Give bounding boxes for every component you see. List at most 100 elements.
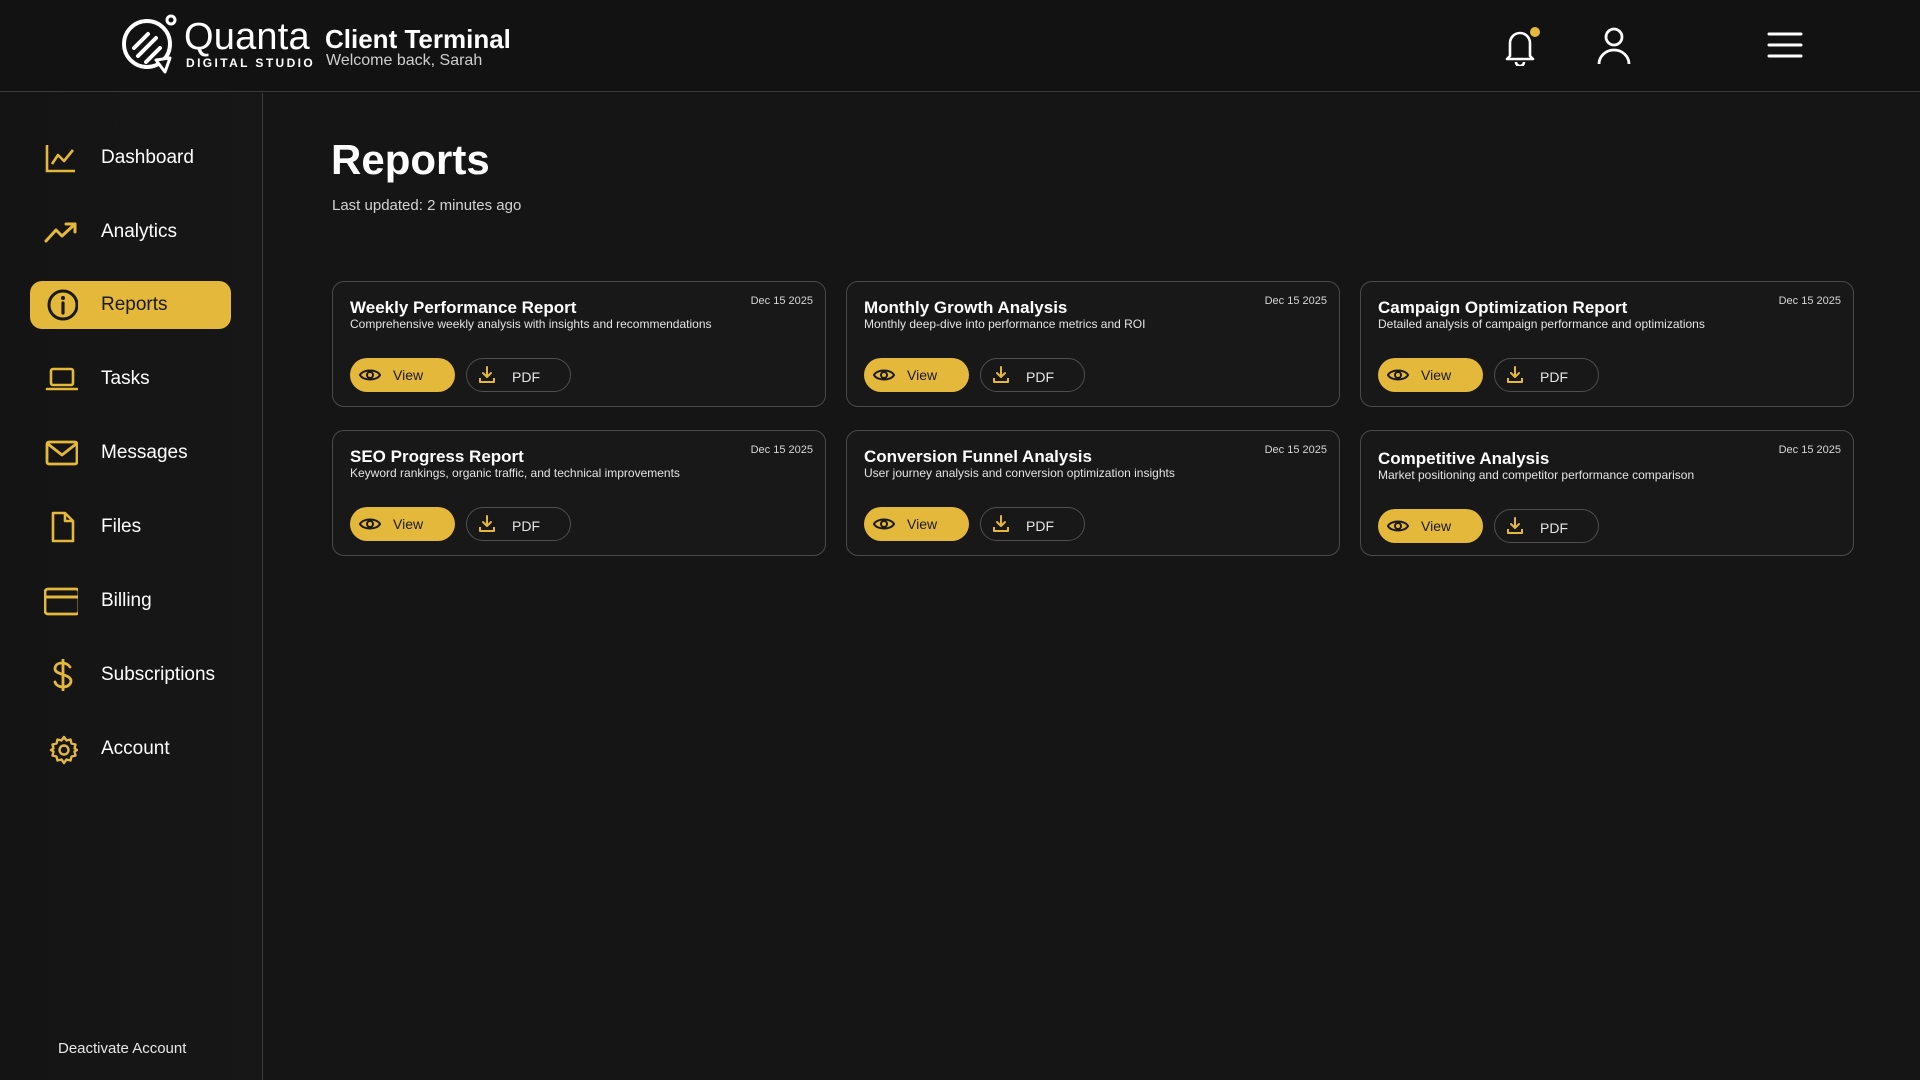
brand-name: Quanta xyxy=(184,16,310,58)
credit-card-icon xyxy=(44,587,78,616)
gear-icon xyxy=(49,735,78,765)
eye-icon xyxy=(359,518,381,530)
view-button[interactable]: View xyxy=(864,358,969,392)
report-card: Weekly Performance Report Comprehensive … xyxy=(332,281,826,407)
pdf-button-label: PDF xyxy=(1540,369,1568,385)
sidebar-item-label: Billing xyxy=(101,590,152,611)
view-button[interactable]: View xyxy=(864,507,969,541)
sidebar-item-reports[interactable]: Reports xyxy=(30,281,231,329)
dollar-icon xyxy=(53,659,73,691)
pdf-button-label: PDF xyxy=(1026,518,1054,534)
pdf-download-button[interactable]: PDF xyxy=(466,507,571,541)
sidebar-item-analytics[interactable]: Analytics xyxy=(30,208,231,256)
eye-icon xyxy=(1387,520,1409,532)
welcome-text: Welcome back, Sarah xyxy=(326,52,483,69)
sidebar-item-label: Account xyxy=(101,738,170,759)
sidebar-item-dashboard[interactable]: Dashboard xyxy=(30,134,231,182)
notification-dot xyxy=(1530,27,1540,37)
view-button[interactable]: View xyxy=(350,507,455,541)
page-title: Reports xyxy=(331,136,490,183)
view-button-label: View xyxy=(393,516,424,532)
view-button[interactable]: View xyxy=(350,358,455,392)
report-description: Market positioning and competitor perfor… xyxy=(1378,468,1695,482)
report-description: User journey analysis and conversion opt… xyxy=(864,466,1175,480)
report-card: Campaign Optimization Report Detailed an… xyxy=(1360,281,1854,407)
sidebar-item-label: Reports xyxy=(101,294,168,315)
top-header: Quanta DIGITAL STUDIO Client Terminal We… xyxy=(0,0,1920,92)
sidebar-item-label: Messages xyxy=(101,442,188,463)
pdf-button-label: PDF xyxy=(1026,369,1054,385)
report-date: Dec 15 2025 xyxy=(1264,295,1327,307)
eye-icon xyxy=(873,369,895,381)
sidebar-item-account[interactable]: Account xyxy=(30,725,231,773)
report-date: Dec 15 2025 xyxy=(1778,295,1841,307)
user-icon[interactable] xyxy=(1595,26,1633,66)
view-button-label: View xyxy=(907,516,938,532)
sidebar-item-label: Dashboard xyxy=(101,147,194,168)
quanta-logo-icon xyxy=(122,14,177,74)
report-date: Dec 15 2025 xyxy=(1264,444,1327,456)
sidebar-item-label: Files xyxy=(101,516,142,537)
download-icon xyxy=(993,515,1009,532)
report-title: Campaign Optimization Report xyxy=(1378,298,1628,317)
laptop-icon xyxy=(45,367,78,391)
sidebar-item-label: Analytics xyxy=(101,221,178,242)
view-button-label: View xyxy=(1421,367,1452,383)
brand-subtitle: DIGITAL STUDIO xyxy=(186,56,316,70)
eye-icon xyxy=(873,518,895,530)
pdf-download-button[interactable]: PDF xyxy=(980,358,1085,392)
report-description: Detailed analysis of campaign performanc… xyxy=(1378,317,1705,331)
menu-icon[interactable] xyxy=(1766,30,1804,60)
download-icon xyxy=(479,366,495,383)
view-button-label: View xyxy=(1421,518,1452,534)
report-card: Monthly Growth Analysis Monthly deep-div… xyxy=(846,281,1340,407)
trending-up-icon xyxy=(44,222,77,243)
app-title: Client Terminal xyxy=(325,24,511,54)
sidebar-item-files[interactable]: Files xyxy=(30,503,231,551)
report-description: Monthly deep-dive into performance metri… xyxy=(864,317,1146,331)
sidebar-item-subscriptions[interactable]: Subscriptions xyxy=(30,651,231,699)
pdf-download-button[interactable]: PDF xyxy=(1494,509,1599,543)
file-icon xyxy=(51,511,75,543)
chart-line-icon xyxy=(45,145,75,173)
download-icon xyxy=(1507,366,1523,383)
report-card: SEO Progress Report Keyword rankings, or… xyxy=(332,430,826,556)
mail-icon xyxy=(45,440,78,466)
view-button[interactable]: View xyxy=(1378,509,1483,543)
pdf-download-button[interactable]: PDF xyxy=(1494,358,1599,392)
sidebar-item-label: Tasks xyxy=(101,368,150,389)
download-icon xyxy=(1507,517,1523,534)
download-icon xyxy=(479,515,495,532)
sidebar-item-tasks[interactable]: Tasks xyxy=(30,355,231,403)
sidebar-item-messages[interactable]: Messages xyxy=(30,429,231,477)
report-title: Monthly Growth Analysis xyxy=(864,298,1068,317)
eye-icon xyxy=(1387,369,1409,381)
pdf-button-label: PDF xyxy=(512,518,540,534)
deactivate-account-link[interactable]: Deactivate Account xyxy=(58,1040,186,1057)
view-button[interactable]: View xyxy=(1378,358,1483,392)
eye-icon xyxy=(359,369,381,381)
report-title: Competitive Analysis xyxy=(1378,449,1550,468)
report-date: Dec 15 2025 xyxy=(750,444,813,456)
report-card: Competitive Analysis Market positioning … xyxy=(1360,430,1854,556)
view-button-label: View xyxy=(393,367,424,383)
sidebar-item-label: Subscriptions xyxy=(101,664,216,685)
report-description: Keyword rankings, organic traffic, and t… xyxy=(350,466,680,480)
report-title: SEO Progress Report xyxy=(350,447,524,466)
report-title: Weekly Performance Report xyxy=(350,298,577,317)
sidebar-item-billing[interactable]: Billing xyxy=(30,577,231,625)
report-title: Conversion Funnel Analysis xyxy=(864,447,1092,466)
report-card: Conversion Funnel Analysis User journey … xyxy=(846,430,1340,556)
last-updated-text: Last updated: 2 minutes ago xyxy=(332,197,522,214)
report-date: Dec 15 2025 xyxy=(750,295,813,307)
pdf-download-button[interactable]: PDF xyxy=(980,507,1085,541)
download-icon xyxy=(993,366,1009,383)
report-description: Comprehensive weekly analysis with insig… xyxy=(350,317,712,331)
sidebar: Dashboard Analytics Reports Tasks Messag… xyxy=(0,93,263,1080)
pdf-button-label: PDF xyxy=(512,369,540,385)
pdf-download-button[interactable]: PDF xyxy=(466,358,571,392)
pdf-button-label: PDF xyxy=(1540,520,1568,536)
report-date: Dec 15 2025 xyxy=(1778,444,1841,456)
info-icon xyxy=(47,289,78,321)
view-button-label: View xyxy=(907,367,938,383)
